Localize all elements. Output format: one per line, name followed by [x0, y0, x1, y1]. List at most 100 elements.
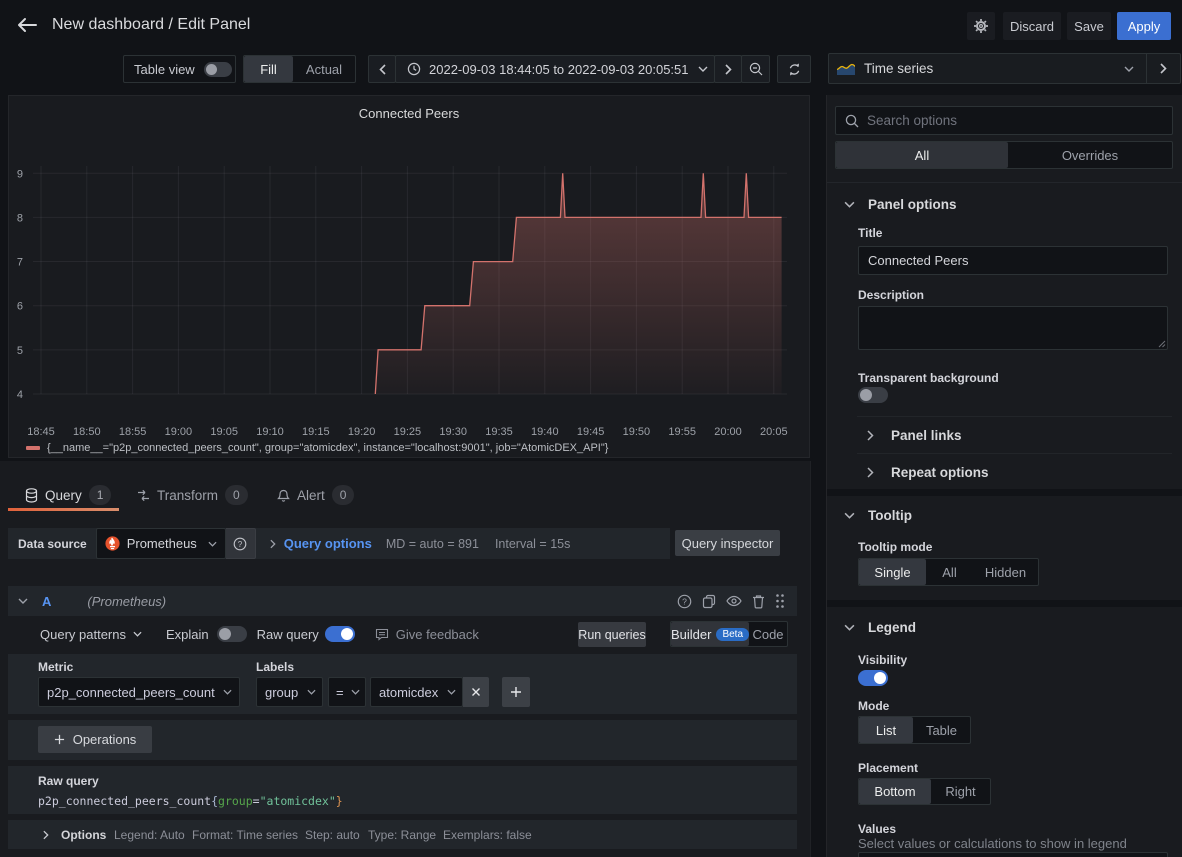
options-legend: Legend: Auto	[114, 828, 185, 842]
divider	[827, 182, 1182, 183]
svg-text:18:45: 18:45	[27, 426, 55, 438]
discard-button[interactable]: Discard	[1003, 12, 1061, 40]
placement-label: Placement	[858, 761, 918, 775]
tooltip-mode-all[interactable]: All	[926, 559, 973, 585]
viz-picker[interactable]: Time series	[828, 53, 1181, 84]
section-gap	[827, 600, 1182, 607]
legend-series-label[interactable]: {__name__="p2p_connected_peers_count", g…	[47, 442, 608, 454]
legend-placement-group: Bottom Right	[858, 778, 991, 805]
time-series-chart[interactable]: 45678918:4518:5018:5519:0019:0519:1019:1…	[9, 96, 809, 457]
time-back-button[interactable]	[368, 55, 396, 83]
section-panel-options[interactable]: Panel options	[844, 196, 957, 212]
section-tooltip[interactable]: Tooltip	[844, 507, 912, 523]
options-type: Type: Range	[368, 828, 436, 842]
fill-option[interactable]: Fill	[244, 56, 293, 82]
tab-query-underline	[8, 508, 119, 511]
raw-query-code: p2p_connected_peers_count{group="atomicd…	[38, 794, 343, 808]
tab-overrides[interactable]: Overrides	[1008, 142, 1172, 168]
chevron-down-icon	[844, 201, 855, 208]
save-button[interactable]: Save	[1067, 12, 1111, 40]
tooltip-mode-label: Tooltip mode	[858, 540, 932, 554]
refresh-button[interactable]	[777, 55, 811, 83]
apply-button[interactable]: Apply	[1117, 12, 1171, 40]
back-button[interactable]	[12, 11, 42, 39]
remove-label-button[interactable]	[463, 677, 489, 707]
query-patterns-button[interactable]: Query patterns	[40, 627, 126, 642]
section-repeat-options[interactable]: Repeat options	[867, 464, 989, 480]
svg-text:18:50: 18:50	[73, 426, 101, 438]
time-range-button[interactable]: 2022-09-03 18:44:05 to 2022-09-03 20:05:…	[395, 55, 715, 83]
tooltip-mode-single[interactable]: Single	[859, 559, 926, 585]
panel-title-input[interactable]: Connected Peers	[858, 246, 1168, 275]
query-options-row[interactable]: Options Legend: Auto Format: Time series…	[8, 820, 797, 849]
settings-button[interactable]	[967, 12, 995, 40]
transparent-bg-toggle[interactable]	[858, 387, 888, 403]
delete-query-icon[interactable]	[752, 594, 765, 609]
duplicate-query-icon[interactable]	[702, 594, 716, 609]
builder-option[interactable]: Builder Beta	[671, 622, 749, 646]
query-row-header[interactable]: A (Prometheus) ?	[8, 586, 797, 616]
tooltip-mode-group: Single All Hidden	[858, 558, 1039, 586]
section-tooltip-title: Tooltip	[868, 508, 912, 523]
explain-toggle[interactable]	[217, 626, 247, 642]
metric-select[interactable]: p2p_connected_peers_count	[38, 677, 240, 707]
tab-all[interactable]: All	[836, 142, 1008, 168]
visibility-toggle[interactable]	[858, 670, 888, 686]
label-value-select[interactable]: atomicdex	[370, 677, 463, 707]
label-name-select[interactable]: group	[256, 677, 323, 707]
tab-alert-label: Alert	[297, 488, 325, 503]
tab-transform[interactable]: Transform 0	[137, 481, 248, 509]
datasource-name: Prometheus	[127, 536, 197, 551]
legend-mode-table[interactable]: Table	[913, 717, 970, 743]
svg-text:20:00: 20:00	[714, 426, 742, 438]
beta-badge: Beta	[716, 628, 749, 641]
legend-placement-bottom[interactable]: Bottom	[859, 779, 931, 804]
run-queries-button[interactable]: Run queries	[578, 622, 646, 647]
svg-text:19:10: 19:10	[256, 426, 284, 438]
chevron-left-icon	[379, 64, 386, 75]
zoom-out-button[interactable]	[741, 55, 770, 83]
chevron-down-icon	[307, 689, 316, 695]
database-icon	[25, 488, 38, 503]
section-panel-links[interactable]: Panel links	[867, 427, 962, 443]
actual-option[interactable]: Actual	[293, 56, 355, 82]
viz-expand-button[interactable]	[1147, 53, 1180, 84]
plus-icon	[54, 734, 65, 745]
section-legend[interactable]: Legend	[844, 619, 916, 635]
give-feedback-link[interactable]: Give feedback	[396, 627, 479, 642]
tab-transform-label: Transform	[157, 488, 218, 503]
tab-alert[interactable]: Alert 0	[277, 481, 354, 509]
code-option[interactable]: Code	[749, 622, 787, 646]
promql-brace-open: {	[211, 794, 218, 808]
raw-query-toggle[interactable]	[325, 626, 355, 642]
pane-divider[interactable]	[810, 461, 811, 857]
legend-mode-list[interactable]: List	[859, 717, 913, 743]
svg-text:20:05: 20:05	[760, 426, 788, 438]
legend-mode-group: List Table	[858, 716, 971, 744]
query-inspector-button[interactable]: Query inspector	[675, 530, 780, 556]
time-forward-button[interactable]	[714, 55, 742, 83]
description-textarea[interactable]	[858, 306, 1168, 350]
chevron-down-icon	[208, 541, 217, 547]
section-panel-options-title: Panel options	[868, 197, 957, 212]
table-view-toggle[interactable]	[204, 62, 232, 77]
datasource-help-button[interactable]: ?	[226, 528, 256, 559]
hide-query-icon[interactable]	[726, 595, 742, 607]
query-toolbar: Query patterns Explain Raw query Give fe…	[8, 620, 797, 648]
values-input[interactable]	[858, 852, 1168, 857]
tooltip-mode-hidden[interactable]: Hidden	[973, 559, 1038, 585]
search-options-input[interactable]: Search options	[835, 106, 1173, 135]
add-operation-button[interactable]: Operations	[38, 726, 152, 753]
chevron-down-icon	[844, 512, 855, 519]
label-op-select[interactable]: =	[328, 677, 366, 707]
query-options-link[interactable]: Query options	[284, 536, 372, 551]
search-icon	[845, 114, 859, 128]
metric-labels-block: Metric Labels p2p_connected_peers_count …	[8, 654, 797, 714]
add-label-button[interactable]	[502, 677, 530, 707]
datasource-picker[interactable]: Prometheus	[96, 528, 226, 559]
raw-query-block: Raw query p2p_connected_peers_count{grou…	[8, 766, 797, 814]
legend-placement-right[interactable]: Right	[931, 779, 990, 804]
drag-handle-icon[interactable]	[775, 593, 785, 609]
tab-query[interactable]: Query 1	[25, 481, 111, 509]
query-help-icon[interactable]: ?	[677, 594, 692, 609]
